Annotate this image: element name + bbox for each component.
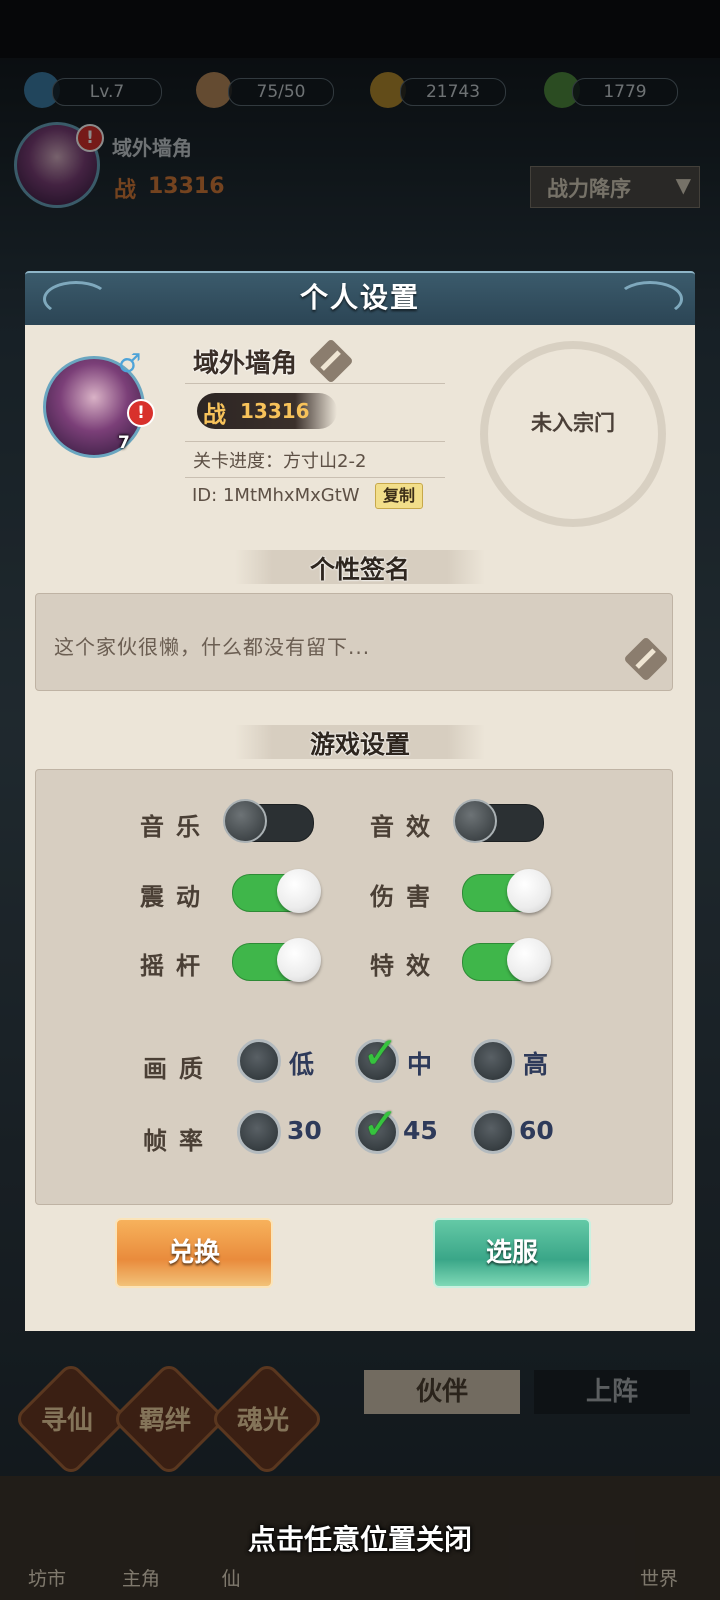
sound-effects-toggle[interactable] [453,799,544,843]
framerate-45-label: 45 [403,1116,438,1145]
framerate-60-radio[interactable] [471,1110,515,1154]
divider [185,441,445,442]
quality-high-radio[interactable] [471,1039,515,1083]
power-prefix: 战 [203,402,226,428]
framerate-30-radio[interactable] [237,1110,281,1154]
damage-toggle[interactable] [462,869,551,913]
check-icon: ✓ [362,1028,399,1079]
redeem-button[interactable]: 兑换 [115,1218,273,1288]
framerate-60-label: 60 [519,1116,554,1145]
profile-name: 域外墙角 [193,349,298,379]
game-settings-heading: 游戏设置 [309,730,410,759]
joystick-label: 摇杆 [140,952,212,980]
alert-icon: ! [127,399,155,427]
divider [185,477,445,478]
quality-low-radio[interactable] [237,1039,281,1083]
sound-effects-label: 音效 [370,813,442,841]
signature-text: 这个家伙很懒，什么都没有留下... [54,635,371,659]
divider [185,383,445,384]
male-gender-icon: ♂ [118,349,142,379]
signature-heading: 个性签名 [309,555,410,584]
framerate-45-radio[interactable]: ✓ [355,1103,399,1154]
check-icon: ✓ [362,1099,399,1150]
joystick-toggle[interactable] [232,938,321,982]
quality-high-label: 高 [523,1050,549,1079]
game-settings-panel [35,769,673,1205]
quality-medium-label: 中 [407,1050,433,1079]
close-hint[interactable]: 点击任意位置关闭 [0,1518,720,1558]
quality-label: 画质 [143,1055,215,1083]
vibration-toggle[interactable] [232,869,321,913]
framerate-30-label: 30 [287,1116,322,1145]
copy-id-button[interactable]: 复制 [375,483,423,509]
sect-status: 未入宗门 [531,411,615,435]
music-label: 音乐 [140,813,212,841]
music-toggle[interactable] [223,799,314,843]
quality-low-label: 低 [289,1050,315,1079]
select-server-button[interactable]: 选服 [433,1218,591,1288]
effects-label: 特效 [370,952,442,980]
dialog-title: 个人设置 [299,281,420,314]
vibration-label: 震动 [140,883,212,911]
personal-settings-dialog: 个人设置 ♂ ! 7 域外墙角 战 13316 关卡进度：方寸山2-2 ID: … [25,271,695,1331]
profile-level: 7 [118,433,130,453]
stage-progress: 关卡进度：方寸山2-2 [193,451,367,472]
damage-label: 伤害 [370,883,442,911]
effects-toggle[interactable] [462,938,551,982]
power-value: 13316 [240,399,310,423]
quality-medium-radio[interactable]: ✓ [355,1032,399,1083]
player-id: ID: 1MtMhxMxGtW [192,485,360,506]
framerate-label: 帧率 [143,1127,215,1155]
